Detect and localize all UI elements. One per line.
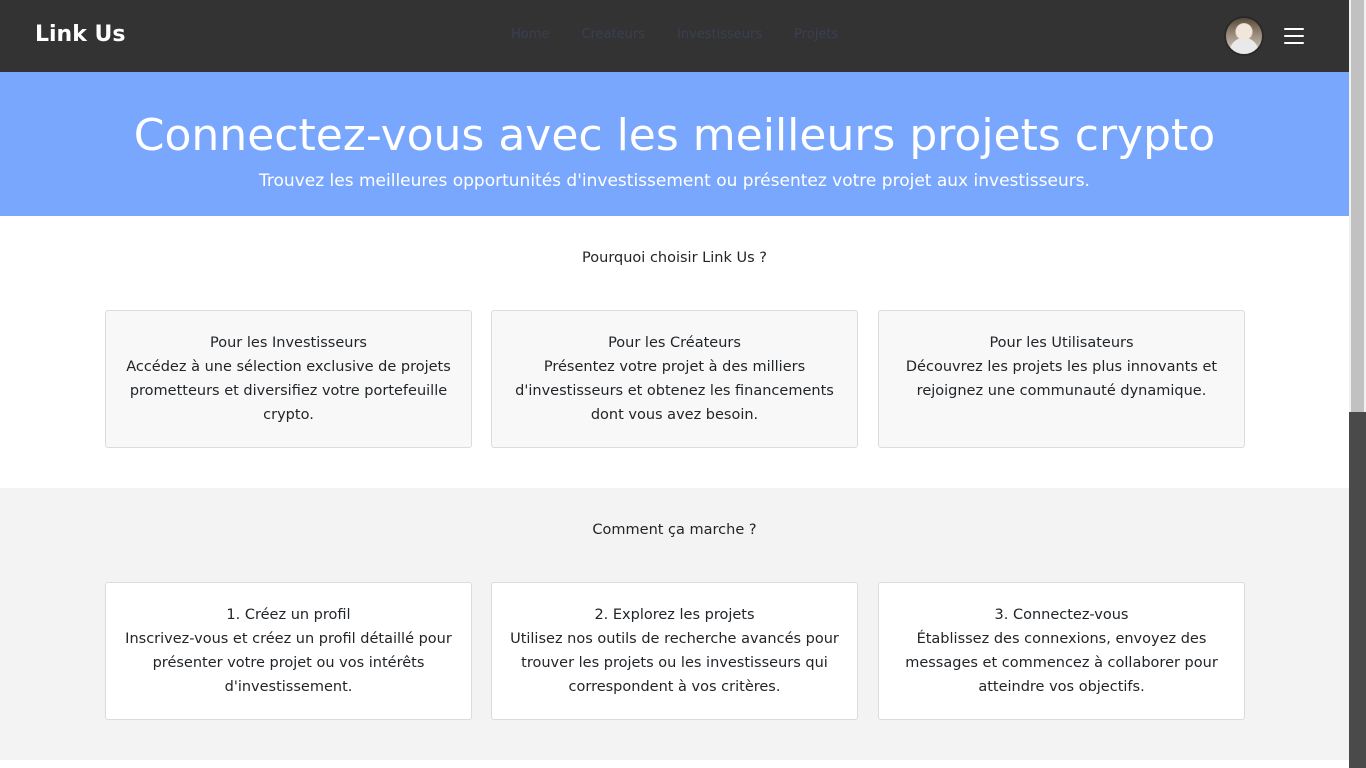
why-section: Pourquoi choisir Link Us ? Pour les Inve… xyxy=(0,216,1349,488)
card-heading: Pour les Investisseurs xyxy=(210,335,367,351)
hero-title: Connectez-vous avec les meilleurs projet… xyxy=(133,110,1216,161)
user-avatar[interactable] xyxy=(1224,16,1264,56)
card-heading: 2. Explorez les projets xyxy=(594,607,755,623)
scrollbar-track-lower xyxy=(1349,412,1366,768)
nav-links: Home Createurs Investisseurs Projets xyxy=(511,27,870,42)
card-text: Présentez votre projet à des milliers d'… xyxy=(515,359,834,423)
card-text: Utilisez nos outils de recherche avancés… xyxy=(510,631,839,695)
card-text: Découvrez les projets les plus innovants… xyxy=(905,359,1218,399)
nav-link-home[interactable]: Home xyxy=(511,27,549,42)
page: Link Us Home Createurs Investisseurs Pro… xyxy=(0,0,1349,768)
card-text: Accédez à une sélection exclusive de pro… xyxy=(126,359,451,423)
navbar: Link Us Home Createurs Investisseurs Pro… xyxy=(0,0,1349,72)
how-card-step-1: 1. Créez un profil Inscrivez-vous et cré… xyxy=(105,582,472,720)
scrollbar-thumb[interactable] xyxy=(1351,0,1364,412)
nav-link-investisseurs[interactable]: Investisseurs xyxy=(677,27,762,42)
how-section: Comment ça marche ? 1. Créez un profil I… xyxy=(0,488,1349,760)
card-text: Inscrivez-vous et créez un profil détail… xyxy=(125,631,452,695)
why-card-createurs: Pour les Créateurs Présentez votre proje… xyxy=(491,310,858,448)
nav-link-createurs[interactable]: Createurs xyxy=(581,27,645,42)
why-cards: Pour les Investisseurs Accédez à une sél… xyxy=(0,310,1349,448)
how-cards: 1. Créez un profil Inscrivez-vous et cré… xyxy=(0,582,1349,720)
how-section-title: Comment ça marche ? xyxy=(592,522,757,538)
why-card-investisseurs: Pour les Investisseurs Accédez à une sél… xyxy=(105,310,472,448)
page-scrollbar[interactable] xyxy=(1349,0,1366,768)
how-card-step-3: 3. Connectez-vous Établissez des connexi… xyxy=(878,582,1245,720)
nav-link-projets[interactable]: Projets xyxy=(794,27,838,42)
card-heading: 1. Créez un profil xyxy=(226,607,351,623)
why-card-utilisateurs: Pour les Utilisateurs Découvrez les proj… xyxy=(878,310,1245,448)
brand-logo-link[interactable]: Link Us xyxy=(35,22,125,47)
why-section-title: Pourquoi choisir Link Us ? xyxy=(582,250,767,266)
hero-subtitle: Trouvez les meilleures opportunités d'in… xyxy=(259,171,1090,191)
hero-banner: Connectez-vous avec les meilleurs projet… xyxy=(0,72,1349,216)
card-text: Établissez des connexions, envoyez des m… xyxy=(905,631,1218,695)
card-heading: Pour les Utilisateurs xyxy=(989,335,1134,351)
card-heading: 3. Connectez-vous xyxy=(994,607,1129,623)
hamburger-menu-icon[interactable] xyxy=(1284,28,1304,44)
card-heading: Pour les Créateurs xyxy=(608,335,741,351)
how-card-step-2: 2. Explorez les projets Utilisez nos out… xyxy=(491,582,858,720)
